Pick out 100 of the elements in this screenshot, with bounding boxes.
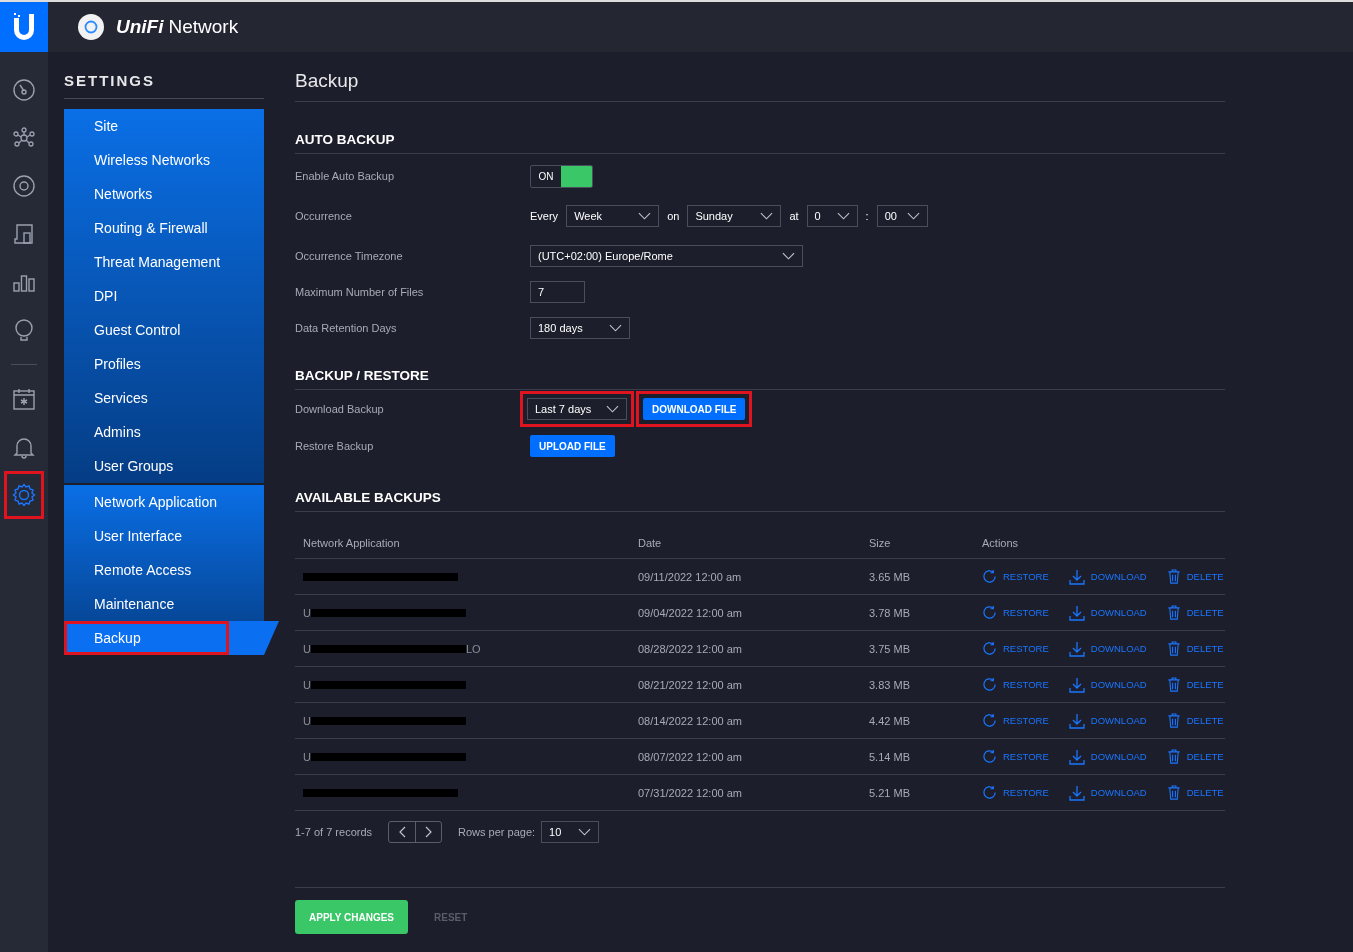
column-header: Actions [982,537,1019,549]
chevron-icon [906,212,920,220]
trash-icon [1166,569,1181,584]
frequency-select[interactable]: Week [566,205,660,227]
settings-menu-item[interactable]: Routing & Firewall [64,211,264,245]
day-select[interactable]: Sunday [687,205,782,227]
field-label: Maximum Number of Files [295,286,425,298]
download-link[interactable]: DOWNLOAD [1068,784,1147,801]
delete-link[interactable]: DELETE [1166,568,1224,585]
download-link[interactable]: DOWNLOAD [1068,748,1147,765]
retention-select[interactable]: 180 days [530,317,630,339]
settings-menu-item[interactable]: Services [64,381,264,415]
delete-link[interactable]: DELETE [1166,712,1224,729]
chevron-icon [638,212,652,220]
settings-menu-item[interactable]: DPI [64,279,264,313]
restore-link[interactable]: RESTORE [982,568,1049,585]
field-text: : [865,210,869,222]
chevron-right-icon [424,826,433,838]
restore-link[interactable]: RESTORE [982,640,1049,657]
settings-menu-item[interactable]: User Interface [64,519,264,553]
table-cell: 5.14 MB [869,750,910,763]
delete-link[interactable]: DELETE [1166,748,1224,765]
table-cell: 09/11/2022 12:00 am [638,570,742,583]
field-text: at [789,210,799,222]
range-select[interactable]: Last 7 days [527,398,627,420]
settings-menu-item[interactable]: Site [64,109,264,143]
trash-icon [1166,785,1181,800]
chevron-icon [606,405,619,413]
settings-menu-item[interactable]: User Groups [64,449,264,483]
column-header: Size [869,537,891,549]
download-icon [1068,640,1085,657]
download-link[interactable]: DOWNLOAD [1068,640,1147,657]
table-cell: 4.42 MB [869,714,910,727]
settings-menu-item[interactable]: Profiles [64,347,264,381]
download-link[interactable]: DOWNLOAD [1068,712,1147,729]
settings-menu-item[interactable]: Admins [64,415,264,449]
refresh-icon [982,749,997,764]
delete-link[interactable]: DELETE [1166,784,1224,801]
settings-menu-item[interactable]: Guest Control [64,313,264,347]
field-label: Occurrence [295,210,353,222]
table-cell: 09/04/2022 12:00 am [638,606,742,619]
logo-icon[interactable] [0,2,48,52]
download-icon [1068,568,1085,585]
input-field[interactable]: 7 [530,281,585,303]
settings-menu-item[interactable]: Network Application [64,485,264,519]
table-cell: 08/14/2022 12:00 am [638,714,742,727]
restore-link[interactable]: RESTORE [982,784,1049,801]
refresh-icon [982,641,997,656]
download-icon [1068,748,1085,765]
download-icon [1068,604,1085,621]
settings-menu-item[interactable]: Maintenance [64,587,264,621]
settings-menu-item[interactable]: Remote Access [64,553,264,587]
upload-file-button[interactable]: UPLOAD FILE [530,435,615,457]
chevron-icon [836,212,850,220]
page-title: Backup [295,70,1225,102]
app-title: UniFi Network [116,16,239,38]
download-icon [1068,676,1085,693]
section-heading: BACKUP / RESTORE [295,368,1225,390]
settings-menu-item[interactable]: Threat Management [64,245,264,279]
trash-icon [1166,677,1181,692]
chevron-icon [609,324,622,332]
restore-link[interactable]: RESTORE [982,712,1049,729]
table-cell: U [303,678,311,691]
trash-icon [1166,605,1181,620]
delete-link[interactable]: DELETE [1166,604,1224,621]
table-cell: 5.21 MB [869,786,910,799]
trash-icon [1166,713,1181,728]
settings-menu-item[interactable]: Wireless Networks [64,143,264,177]
timezone-select[interactable]: (UTC+02:00) Europe/Rome [530,245,803,267]
rows-per-page-select[interactable]: 10 [541,821,600,843]
table-cell: U [303,642,311,655]
hour-select[interactable]: 0 [806,205,858,227]
download-icon [1068,712,1085,729]
refresh-icon [982,713,997,728]
settings-menu-item[interactable]: Networks [64,177,264,211]
access-point-icon [78,14,104,40]
restore-link[interactable]: RESTORE [982,676,1049,693]
download-file-button[interactable]: DOWNLOAD FILE [643,398,746,420]
delete-link[interactable]: DELETE [1166,676,1224,693]
section-heading: AVAILABLE BACKUPS [295,490,1225,512]
download-link[interactable]: DOWNLOAD [1068,676,1147,693]
table-cell: 08/07/2022 12:00 am [638,750,742,763]
field-label: Occurrence Timezone [295,250,404,262]
table-cell: U [303,606,311,619]
restore-link[interactable]: RESTORE [982,748,1049,765]
refresh-icon [982,569,997,584]
reset-button[interactable]: RESET [428,910,474,924]
download-link[interactable]: DOWNLOAD [1068,568,1147,585]
minute-select[interactable]: 00 [876,205,928,227]
field-label: Restore Backup [295,440,375,452]
field-label: Download Backup [295,403,385,415]
delete-link[interactable]: DELETE [1166,640,1224,657]
download-link[interactable]: DOWNLOAD [1068,604,1147,621]
section-heading: AUTO BACKUP [295,132,1225,154]
restore-link[interactable]: RESTORE [982,604,1049,621]
column-header: Network Application [303,537,400,549]
trash-icon [1166,749,1181,764]
settings-icon[interactable] [4,471,44,519]
toggle-switch[interactable]: ON [530,164,593,188]
refresh-icon [982,785,997,800]
